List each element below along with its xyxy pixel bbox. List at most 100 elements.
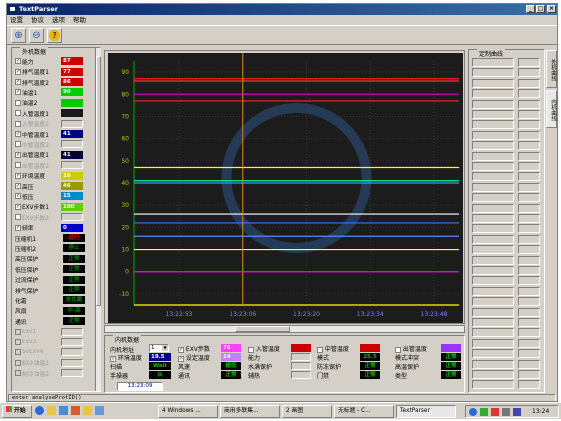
- tray-icon-1[interactable]: [469, 408, 477, 416]
- outdoor-row-checkbox[interactable]: ✓: [15, 79, 21, 86]
- tab-indoor-curve[interactable]: 内机曲线: [546, 90, 557, 128]
- outdoor-row-checkbox[interactable]: ✓: [15, 131, 21, 138]
- app-quick-icon[interactable]: [95, 406, 104, 415]
- zoom-in-button[interactable]: ⊕: [11, 28, 26, 43]
- tray-icon-2[interactable]: [480, 408, 488, 416]
- env-temp-check[interactable]: ✓ 环境温度: [110, 353, 142, 362]
- tab-outdoor-curve[interactable]: 外机曲线: [546, 50, 557, 88]
- outdoor-disabled-checkbox: [15, 370, 21, 377]
- zoom-out-button[interactable]: ⊖: [29, 28, 44, 43]
- outdoor-row-checkbox[interactable]: [15, 141, 21, 148]
- custom-curve-slot[interactable]: [472, 182, 514, 192]
- outdoor-row-checkbox[interactable]: ✓: [15, 203, 21, 210]
- custom-curve-slot[interactable]: [472, 193, 514, 203]
- custom-curve-slot[interactable]: [472, 224, 514, 234]
- exv-checkbox[interactable]: ✓: [178, 346, 184, 353]
- custom-curve-slot[interactable]: [472, 120, 514, 130]
- outlook-icon[interactable]: [47, 406, 56, 415]
- custom-curve-value: [518, 307, 540, 317]
- custom-curve-slot[interactable]: [472, 276, 514, 286]
- menu-options[interactable]: 选项: [52, 15, 65, 25]
- custom-curve-slot[interactable]: [472, 266, 514, 275]
- custom-curve-slot[interactable]: [472, 349, 514, 359]
- folder-icon[interactable]: [83, 406, 92, 415]
- inlet-temp-check[interactable]: 入管温度: [248, 344, 280, 353]
- custom-curve-slot[interactable]: [472, 245, 514, 255]
- custom-curve-slot[interactable]: [472, 78, 514, 88]
- custom-curve-slot[interactable]: [472, 328, 514, 338]
- outdoor-row-checkbox[interactable]: [15, 99, 21, 106]
- outdoor-row-checkbox[interactable]: ✓: [15, 172, 21, 179]
- custom-curve-slot[interactable]: [472, 110, 514, 119]
- tray-icon-4[interactable]: [502, 408, 510, 416]
- custom-curve-slot[interactable]: [472, 297, 514, 307]
- chart-hscroll-thumb[interactable]: [235, 326, 290, 332]
- custom-curve-slot[interactable]: [472, 89, 514, 99]
- tray-icon-5[interactable]: [513, 408, 521, 416]
- outdoor-row-checkbox[interactable]: ✓: [15, 58, 21, 65]
- custom-curve-slot[interactable]: [472, 338, 514, 348]
- indoor-address-select[interactable]: 1 ▼: [149, 344, 169, 352]
- desktop-icon[interactable]: [59, 406, 68, 415]
- outdoor-row-checkbox[interactable]: ✓: [15, 224, 21, 231]
- custom-curve-slot[interactable]: [472, 318, 514, 327]
- outdoor-row-checkbox[interactable]: [15, 162, 21, 169]
- outdoor-scrollbar[interactable]: [95, 48, 101, 391]
- maximize-button[interactable]: □: [536, 5, 545, 13]
- taskbar-item-untitled[interactable]: 无标题 - C...: [334, 405, 394, 418]
- custom-curve-slot[interactable]: [472, 141, 514, 151]
- outdoor-row-checkbox[interactable]: [15, 110, 21, 117]
- media-icon[interactable]: [71, 406, 80, 415]
- custom-curve-slot[interactable]: [472, 255, 514, 265]
- out-temp-check[interactable]: 出管温度: [395, 344, 427, 353]
- custom-curve-slot[interactable]: [472, 214, 514, 223]
- set-temp-check[interactable]: ✓ 设定温度: [178, 353, 210, 362]
- start-button[interactable]: 开始: [2, 405, 32, 418]
- custom-curve-slot[interactable]: [472, 286, 514, 296]
- set-temp-checkbox[interactable]: ✓: [178, 355, 184, 362]
- custom-curve-slot[interactable]: [472, 172, 514, 182]
- taskbar-item-paint[interactable]: 2 画图: [282, 405, 332, 418]
- exv-check[interactable]: ✓ EXV步数: [178, 344, 210, 353]
- mid-temp-checkbox[interactable]: [317, 346, 323, 353]
- chart-hscroll[interactable]: [104, 325, 465, 333]
- help-button[interactable]: ?: [47, 28, 62, 43]
- custom-curve-slot[interactable]: [472, 359, 514, 369]
- inlet-temp-checkbox[interactable]: [248, 346, 254, 353]
- out-temp-checkbox[interactable]: [395, 346, 401, 353]
- scroll-thumb[interactable]: [96, 56, 101, 306]
- taskbar-item-textparser[interactable]: TextParser: [396, 405, 456, 418]
- custom-curve-value: [518, 224, 540, 234]
- custom-curve-slot[interactable]: [472, 162, 514, 171]
- tray-icon-3[interactable]: [491, 408, 499, 416]
- taskbar-item-commercial[interactable]: 商用多联集...: [220, 405, 280, 418]
- close-button[interactable]: ×: [547, 5, 556, 13]
- custom-curve-slot[interactable]: [472, 151, 514, 161]
- water-full-box: [291, 362, 311, 370]
- outdoor-row-checkbox[interactable]: [15, 214, 21, 221]
- taskbar-item-windows[interactable]: 4 Windows ...: [158, 405, 218, 418]
- mid-temp-check[interactable]: 中管温度: [317, 344, 349, 353]
- custom-curve-slot[interactable]: [472, 203, 514, 213]
- env-temp-checkbox[interactable]: ✓: [110, 355, 116, 362]
- custom-curve-slot[interactable]: [472, 68, 514, 78]
- menu-help[interactable]: 帮助: [73, 15, 86, 25]
- outdoor-row-checkbox[interactable]: ✓: [15, 183, 21, 190]
- outdoor-row-checkbox[interactable]: ✓: [15, 68, 21, 75]
- outdoor-row-label: 出管温度2: [22, 163, 49, 170]
- custom-curve-slot[interactable]: [472, 99, 514, 109]
- outdoor-row-checkbox[interactable]: [15, 120, 21, 127]
- custom-curve-slot[interactable]: [472, 58, 514, 67]
- menu-protocol[interactable]: 协议: [31, 15, 44, 25]
- outdoor-row-checkbox[interactable]: ✓: [15, 151, 21, 158]
- ie-icon[interactable]: [35, 406, 44, 415]
- custom-curve-slot[interactable]: [472, 130, 514, 140]
- custom-curve-slot[interactable]: [472, 307, 514, 317]
- custom-curve-slot[interactable]: [472, 234, 514, 244]
- custom-curve-slot[interactable]: [472, 370, 514, 379]
- menu-settings[interactable]: 设置: [10, 15, 23, 25]
- minimize-button[interactable]: _: [526, 5, 535, 13]
- outdoor-row-checkbox[interactable]: ✓: [15, 89, 21, 96]
- custom-curve-slot[interactable]: [472, 380, 514, 390]
- outdoor-row-checkbox[interactable]: ✓: [15, 193, 21, 200]
